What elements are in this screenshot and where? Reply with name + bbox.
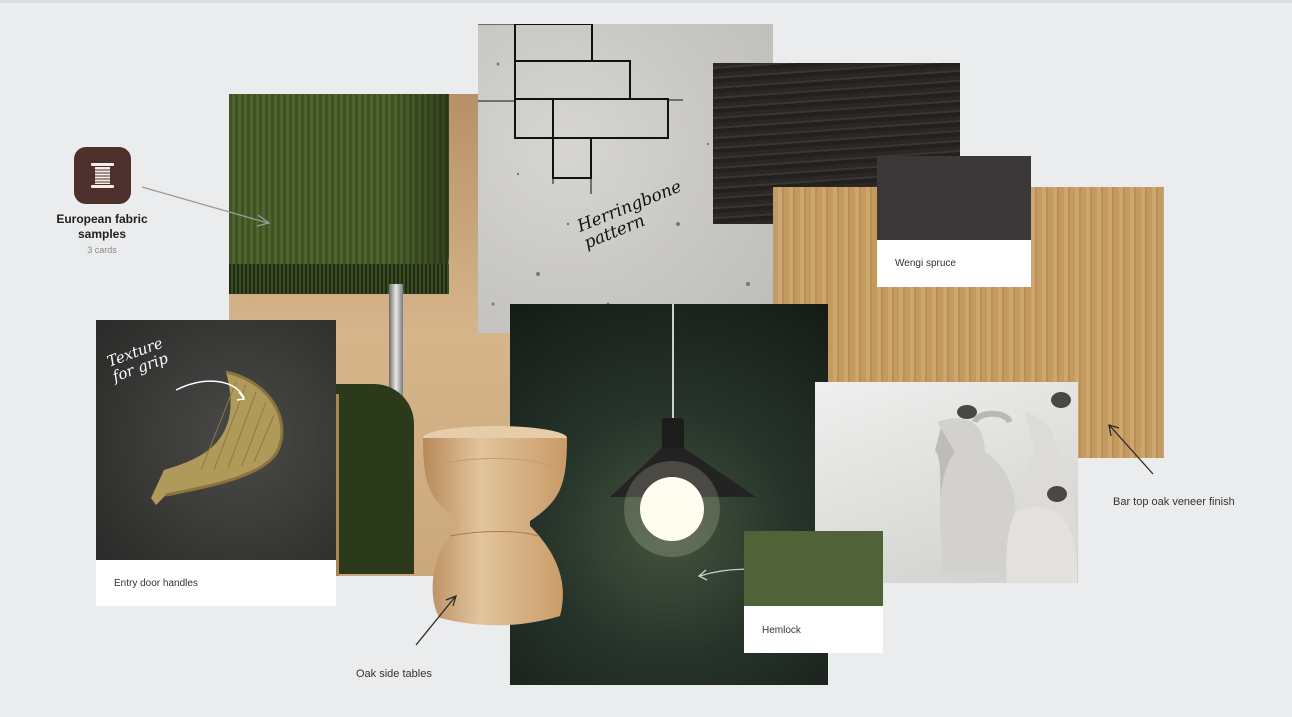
hemlock-card[interactable]: Hemlock [744,531,883,653]
wengi-spruce-card[interactable]: Wengi spruce [877,156,1031,287]
door-handle-image: Texture for grip [96,320,336,560]
door-handles-card[interactable]: Texture for grip Entry door handles [96,320,336,606]
oak-stool-image[interactable] [420,426,570,626]
wengi-swatch [877,156,1031,240]
hemlock-swatch [744,531,883,606]
top-edge [0,0,1292,3]
fabric-group-card[interactable]: European fabric samples 3 cards [50,146,154,261]
bar-top-label: Bar top oak veneer finish [1113,496,1235,508]
hemlock-caption: Hemlock [762,625,801,636]
wengi-caption: Wengi spruce [895,258,956,269]
fabric-group-count: 3 cards [87,245,117,255]
fabric-group-icon-tile[interactable] [74,147,131,204]
oak-side-tables-label: Oak side tables [356,668,432,680]
fabric-group-title: European fabric samples [56,212,148,241]
door-handles-caption: Entry door handles [114,578,198,589]
spool-icon [91,163,114,188]
